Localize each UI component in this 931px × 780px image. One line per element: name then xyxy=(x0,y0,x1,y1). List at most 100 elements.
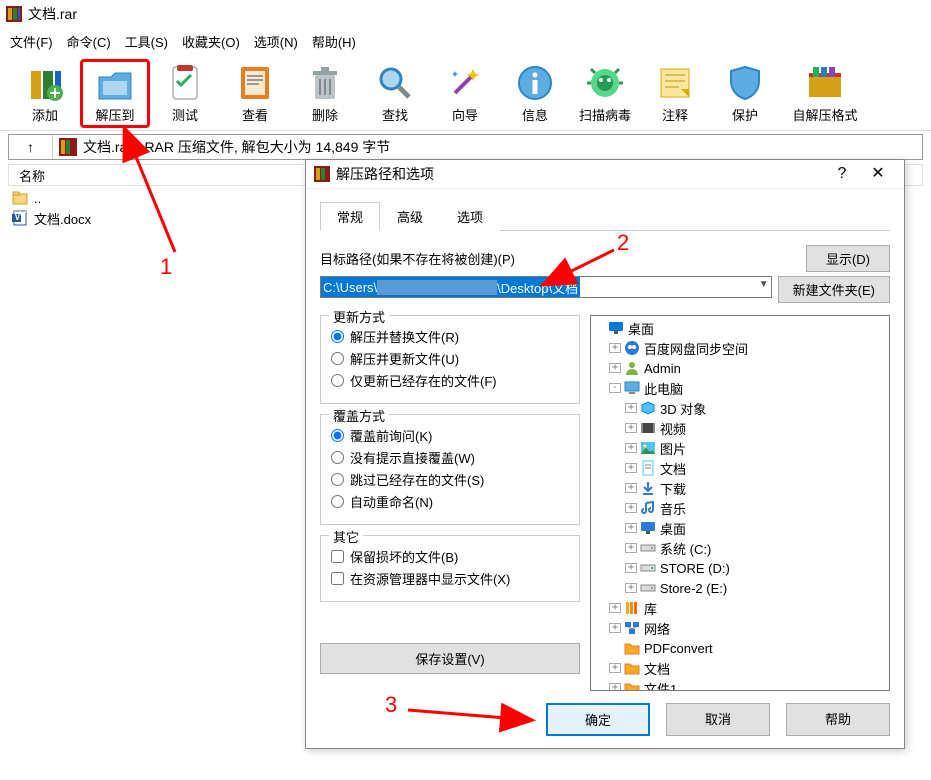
tree-node[interactable]: +百度网盘同步空间 xyxy=(593,338,887,358)
tree-node[interactable]: +系统 (C:) xyxy=(593,538,887,558)
menu-option[interactable]: 选项(N) xyxy=(254,32,298,51)
menu-command[interactable]: 命令(C) xyxy=(67,32,111,51)
tab-option[interactable]: 选项 xyxy=(440,202,500,231)
tree-label: Store-2 (E:) xyxy=(660,581,727,596)
column-name[interactable]: 名称 xyxy=(19,166,45,185)
up-button[interactable]: ↑ xyxy=(9,135,53,159)
folder-icon xyxy=(624,660,640,676)
menu-tool[interactable]: 工具(S) xyxy=(125,32,168,51)
tool-extract-to[interactable]: 解压到 xyxy=(80,59,150,128)
tool-info[interactable]: 信息 xyxy=(500,59,570,128)
3d-icon xyxy=(640,400,656,416)
check-show-explorer[interactable]: 在资源管理器中显示文件(X) xyxy=(331,569,569,588)
tree-expander[interactable]: + xyxy=(609,683,621,691)
tool-sfx[interactable]: 自解压格式 xyxy=(780,59,870,128)
radio-update-replace[interactable]: 解压并替换文件(R) xyxy=(331,327,569,346)
cancel-button[interactable]: 取消 xyxy=(666,703,770,736)
tree-node[interactable]: + 网络 xyxy=(593,618,887,638)
tree-node[interactable]: +文件1 xyxy=(593,678,887,691)
tree-node[interactable]: PDFconvert xyxy=(593,638,887,658)
tree-expander[interactable]: - xyxy=(609,383,621,393)
menu-help[interactable]: 帮助(H) xyxy=(312,32,356,51)
tree-expander[interactable]: + xyxy=(609,363,621,373)
ok-button[interactable]: 确定 xyxy=(546,703,650,736)
tree-expander[interactable]: + xyxy=(625,523,637,533)
tree-expander[interactable]: + xyxy=(609,603,621,613)
dialog-footer: 确定 取消 帮助 xyxy=(306,691,904,748)
virus-scan-icon xyxy=(585,63,625,103)
radio-ow-ask[interactable]: 覆盖前询问(K) xyxy=(331,426,569,445)
tree-node[interactable]: +库 xyxy=(593,598,887,618)
tree-label: 此电脑 xyxy=(644,379,683,398)
tool-protect[interactable]: 保护 xyxy=(710,59,780,128)
path-input[interactable]: C:\Users\xxxxxxxx\Desktop\文档 ▼ xyxy=(320,276,772,298)
group-overwrite: 覆盖方式 覆盖前询问(K) 没有提示直接覆盖(W) 跳过已经存在的文件(S) 自… xyxy=(320,414,580,525)
tree-expander[interactable]: + xyxy=(609,623,621,633)
tree-node[interactable]: +文档 xyxy=(593,458,887,478)
find-icon xyxy=(375,63,415,103)
tree-expander[interactable]: + xyxy=(609,663,621,673)
dialog-help-button[interactable]: ? xyxy=(824,161,860,187)
tree-expander[interactable]: + xyxy=(625,583,637,593)
tree-node[interactable]: +STORE (D:) xyxy=(593,558,887,578)
tool-comment[interactable]: 注释 xyxy=(640,59,710,128)
tool-add[interactable]: 添加 xyxy=(10,59,80,128)
tree-expander[interactable]: + xyxy=(625,443,637,453)
tool-wizard[interactable]: 向导 xyxy=(430,59,500,128)
svg-text:W: W xyxy=(14,210,27,223)
tree-label: 网络 xyxy=(644,619,670,638)
tree-node[interactable]: + Admin xyxy=(593,358,887,378)
menu-file[interactable]: 文件(F) xyxy=(10,32,53,51)
tool-virus-scan[interactable]: 扫描病毒 xyxy=(570,59,640,128)
desktop-icon xyxy=(608,320,624,336)
tree-node[interactable]: + 文档 xyxy=(593,658,887,678)
tree-label: 文档 xyxy=(644,659,670,678)
tool-view[interactable]: 查看 xyxy=(220,59,290,128)
tree-node[interactable]: - 此电脑 xyxy=(593,378,887,398)
tree-node[interactable]: +3D 对象 xyxy=(593,398,887,418)
tree-expander[interactable]: + xyxy=(625,543,637,553)
folder-tree[interactable]: 桌面+百度网盘同步空间+Admin-此电脑+3D 对象+视频+图片+文档+下载+… xyxy=(590,315,890,691)
radio-ow-skip[interactable]: 跳过已经存在的文件(S) xyxy=(331,470,569,489)
menubar: 文件(F) 命令(C) 工具(S) 收藏夹(O) 选项(N) 帮助(H) xyxy=(0,28,931,55)
tree-expander[interactable]: + xyxy=(625,563,637,573)
tool-test[interactable]: 测试 xyxy=(150,59,220,128)
radio-update-update[interactable]: 解压并更新文件(U) xyxy=(331,349,569,368)
tree-expander[interactable]: + xyxy=(625,463,637,473)
tree-node[interactable]: +图片 xyxy=(593,438,887,458)
baidu-icon xyxy=(624,340,640,356)
radio-update-existing[interactable]: 仅更新已经存在的文件(F) xyxy=(331,371,569,390)
tree-node[interactable]: +桌面 xyxy=(593,518,887,538)
new-folder-button[interactable]: 新建文件夹(E) xyxy=(778,276,890,303)
tree-expander[interactable]: + xyxy=(625,483,637,493)
tree-node[interactable]: +下载 xyxy=(593,478,887,498)
tab-general[interactable]: 常规 xyxy=(320,202,380,231)
group-overwrite-title: 覆盖方式 xyxy=(329,406,389,425)
save-settings-button[interactable]: 保存设置(V) xyxy=(320,643,580,674)
tree-node[interactable]: +音乐 xyxy=(593,498,887,518)
tree-expander[interactable]: + xyxy=(625,423,637,433)
tree-node[interactable]: +视频 xyxy=(593,418,887,438)
radio-ow-silent[interactable]: 没有提示直接覆盖(W) xyxy=(331,448,569,467)
tree-node[interactable]: 桌面 xyxy=(593,318,887,338)
check-keep-broken[interactable]: 保留损坏的文件(B) xyxy=(331,547,569,566)
tree-label: Admin xyxy=(644,361,681,376)
file-name: 文档.docx xyxy=(34,209,91,228)
radio-ow-rename[interactable]: 自动重命名(N) xyxy=(331,492,569,511)
show-button[interactable]: 显示(D) xyxy=(806,245,890,272)
help-button[interactable]: 帮助 xyxy=(786,703,890,736)
tree-expander[interactable]: + xyxy=(625,503,637,513)
anno-1: 1 xyxy=(160,254,172,280)
tree-node[interactable]: + Store-2 (E:) xyxy=(593,578,887,598)
tool-delete[interactable]: 删除 xyxy=(290,59,360,128)
tool-label: 扫描病毒 xyxy=(579,105,631,124)
menu-favorite[interactable]: 收藏夹(O) xyxy=(182,32,240,51)
tree-expander[interactable]: + xyxy=(609,343,621,353)
chevron-down-icon[interactable]: ▼ xyxy=(759,279,769,290)
tree-expander[interactable]: + xyxy=(625,403,637,413)
dialog-close-button[interactable]: ✕ xyxy=(860,161,896,187)
tab-advanced[interactable]: 高级 xyxy=(380,202,440,231)
tool-label: 解压到 xyxy=(95,105,134,124)
tool-find[interactable]: 查找 xyxy=(360,59,430,128)
desktop2-icon xyxy=(640,520,656,536)
